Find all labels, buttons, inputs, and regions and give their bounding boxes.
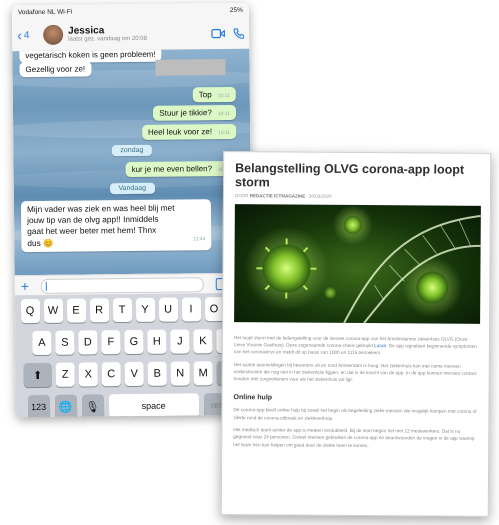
key-n[interactable]: N <box>170 361 190 386</box>
plus-icon[interactable]: + <box>21 278 35 294</box>
key-s[interactable]: S <box>55 330 75 355</box>
emoji-icon: 😊 <box>42 237 54 248</box>
key-f[interactable]: F <box>101 330 121 355</box>
article-paragraph: De corona-app biedt online hulp bij zowe… <box>233 407 477 421</box>
phone-call-icon[interactable] <box>233 27 245 39</box>
message-in[interactable]: Gezellig voor ze! <box>19 61 92 78</box>
globe-icon[interactable]: 🌐 <box>54 394 77 418</box>
article-subheading: Online hulp <box>233 394 273 402</box>
article-paragraph: Het loopt storm met de belangstelling vo… <box>233 334 477 356</box>
numbers-key[interactable]: 123 <box>27 394 50 418</box>
article-paragraph: Het aantal aanmeldingen bij bewoners uit… <box>233 361 477 383</box>
date-separator: Vandaag <box>109 182 156 195</box>
key-e[interactable]: E <box>66 298 86 323</box>
article-paragraph: Het medisch team achter de app is meteen… <box>233 427 475 448</box>
key-t[interactable]: T <box>112 298 132 323</box>
key-g[interactable]: G <box>124 329 144 355</box>
key-z[interactable]: Z <box>55 362 75 387</box>
message-out[interactable]: Stuur je tikkie? 10:11 <box>153 104 237 121</box>
key-o[interactable]: O <box>204 297 224 322</box>
message-out[interactable]: kur je me even bellen?20:15 <box>125 160 237 178</box>
article-title: Belangstelling OLVG corona-app loopt sto… <box>235 161 465 190</box>
key-y[interactable]: Y <box>135 297 155 322</box>
key-w[interactable]: W <box>43 298 63 323</box>
message-out[interactable]: Top 10:11 <box>192 86 236 103</box>
key-m[interactable]: M <box>193 361 213 386</box>
key-h[interactable]: H <box>147 329 167 354</box>
key-d[interactable]: D <box>78 330 98 355</box>
carrier-label: Vodafone NL Wi-Fi <box>17 8 73 16</box>
key-c[interactable]: C <box>101 362 121 387</box>
message-out[interactable]: Heel leuk voor ze! 10:11 <box>141 123 237 140</box>
key-j[interactable]: J <box>170 329 190 354</box>
back-count: 4 <box>23 29 30 41</box>
author-link[interactable]: REDACTIE ICTMAGAZINE <box>250 193 306 198</box>
message-input[interactable] <box>40 276 204 294</box>
chat-header: ‹ 4 Jessica laatst gez. vandaag om 20:08 <box>11 16 250 53</box>
key-q[interactable]: Q <box>20 298 40 324</box>
virus-dna-image <box>234 203 481 324</box>
contact-info[interactable]: Jessica laatst gez. vandaag om 20:08 <box>68 25 211 43</box>
last-seen-label: laatst gez. vandaag om 20:08 <box>68 35 147 43</box>
key-x[interactable]: X <box>78 362 98 387</box>
chat-area: vegetarisch koken is geen probleem! Geze… <box>12 48 252 276</box>
back-button[interactable]: ‹ 4 <box>17 27 43 43</box>
shift-key[interactable]: ⬆ <box>23 362 52 388</box>
date-separator: zondag <box>111 144 153 157</box>
key-i[interactable]: I <box>181 297 201 322</box>
article-card: Belangstelling OLVG corona-app loopt sto… <box>220 151 492 517</box>
article-byline: DOOR REDACTIE ICTMAGAZINE 30/03/2020 <box>234 192 332 199</box>
key-b[interactable]: B <box>147 361 167 386</box>
keyboard: QWERTYUIOP ASDFGHJKL ⬆ ZXCVBNM ⌫ 123 🌐 🎙… <box>14 292 254 418</box>
key-k[interactable]: K <box>193 329 213 354</box>
redacted-block <box>155 59 226 76</box>
key-a[interactable]: A <box>32 330 52 356</box>
article-link[interactable]: Luscii <box>374 343 386 348</box>
battery-label: 25% <box>229 6 243 14</box>
key-u[interactable]: U <box>158 297 178 322</box>
space-key[interactable]: space <box>108 393 199 418</box>
key-v[interactable]: V <box>124 361 144 387</box>
chevron-left-icon: ‹ <box>17 27 22 44</box>
avatar[interactable] <box>43 24 64 45</box>
message-in[interactable]: Mijn vader was ziek en was heel blij met… <box>20 199 212 252</box>
video-call-icon[interactable] <box>211 28 225 39</box>
microphone-icon[interactable]: 🎙 <box>81 394 104 418</box>
phone-screenshot: Vodafone NL Wi-Fi 25% ‹ 4 Jessica laatst… <box>11 2 254 418</box>
key-r[interactable]: R <box>89 298 109 323</box>
